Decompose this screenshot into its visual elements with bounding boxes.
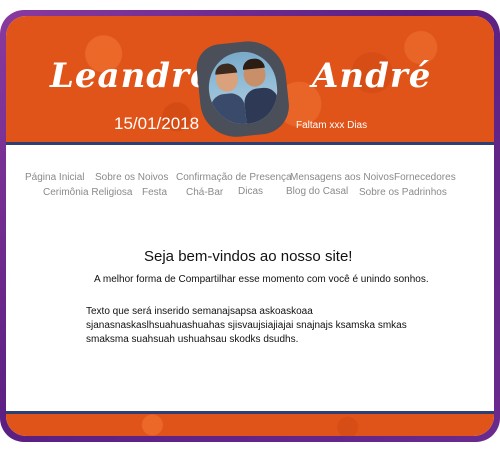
nav-mensagens-noivos[interactable]: Mensagens aos Noivos — [290, 172, 394, 183]
countdown-text: Faltam xxx Dias — [296, 120, 368, 131]
page-subtitle: A melhor forma de Compartilhar esse mome… — [94, 274, 429, 285]
footer-banner — [6, 411, 494, 436]
nav-sobre-os-noivos[interactable]: Sobre os Noivos — [95, 172, 168, 183]
nav-dicas[interactable]: Dicas — [238, 186, 263, 197]
person-body-right — [243, 86, 281, 128]
nav-sobre-padrinhos[interactable]: Sobre os Padrinhos — [359, 187, 447, 198]
person-body-left — [209, 91, 248, 128]
page-title: Seja bem-vindos ao nosso site! — [144, 248, 353, 265]
nav-cha-bar[interactable]: Chá-Bar — [186, 187, 223, 198]
device-frame: Leandro André 15/01/2018 Faltam xxx Dias… — [0, 10, 500, 442]
wedding-date: 15/01/2018 — [114, 114, 200, 133]
couple-photo — [205, 48, 281, 128]
nav-cerimonia-religiosa[interactable]: Cerimônia Religiosa — [43, 187, 132, 198]
groom-name-left: Leandro — [50, 56, 214, 96]
groom-name-right: André — [312, 56, 432, 96]
nav-blog-do-casal[interactable]: Blog do Casal — [286, 186, 348, 197]
nav-pagina-inicial[interactable]: Página Inicial — [25, 172, 84, 183]
couple-photo-frame — [194, 37, 292, 141]
nav-festa[interactable]: Festa — [142, 187, 167, 198]
header-banner: Leandro André 15/01/2018 Faltam xxx Dias — [6, 16, 494, 145]
body-paragraph: Texto que será inserido semanajsapsa ask… — [86, 306, 407, 345]
nav-fornecedores[interactable]: Fornecedores — [394, 172, 456, 183]
screen: Leandro André 15/01/2018 Faltam xxx Dias… — [6, 16, 494, 436]
nav-confirmacao-presenca[interactable]: Confirmação de Presença — [176, 172, 292, 183]
